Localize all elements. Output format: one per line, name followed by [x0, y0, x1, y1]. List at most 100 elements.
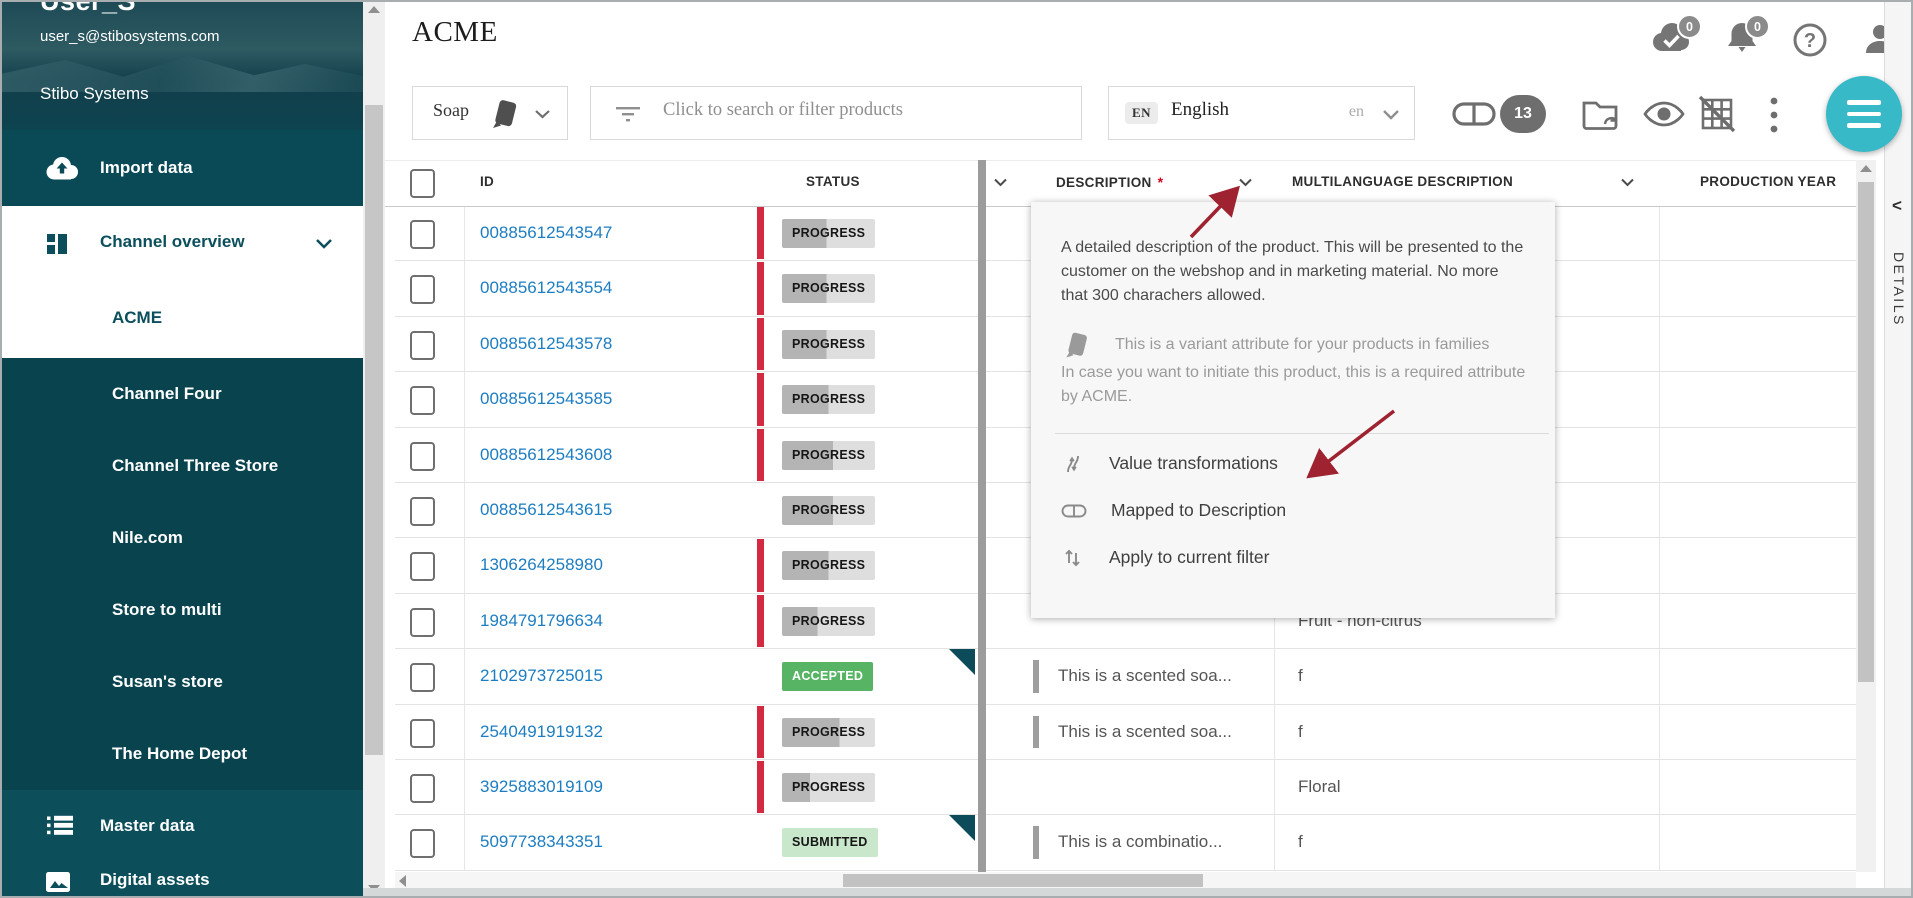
sidebar-item-master-data[interactable]: Master data [0, 790, 363, 862]
chevron-left-icon[interactable]: < [1892, 196, 1902, 216]
row-checkbox[interactable] [410, 496, 435, 526]
product-id-link[interactable]: 00885612543615 [480, 500, 612, 520]
search-input[interactable]: Click to search or filter products [590, 86, 1082, 140]
menu-item-value-transformations[interactable]: Value transformations [1061, 440, 1525, 487]
column-header-id[interactable]: ID [480, 174, 494, 189]
row-checkbox[interactable] [410, 773, 435, 803]
row-checkbox[interactable] [410, 441, 435, 471]
language-selector[interactable]: EN English en [1108, 86, 1415, 140]
approved-corner-flag-icon [949, 815, 975, 842]
sidebar-item-import-data[interactable]: Import data [0, 130, 363, 206]
mapped-attributes-icon[interactable] [1452, 99, 1498, 129]
required-indicator [757, 262, 764, 315]
product-id-link[interactable]: 00885612543554 [480, 278, 612, 298]
select-all-checkbox[interactable] [410, 169, 435, 198]
row-checkbox[interactable] [410, 718, 435, 748]
required-indicator [757, 760, 764, 814]
product-id-link[interactable]: 00885612543585 [480, 389, 612, 409]
column-header-multilanguage-description[interactable]: MULTILANGUAGE DESCRIPTION [1292, 174, 1513, 189]
status-badge: PROGRESS [782, 772, 876, 802]
product-id-link[interactable]: 1984791796634 [480, 611, 603, 631]
product-id-link[interactable]: 5097738343351 [480, 832, 603, 852]
row-checkbox[interactable] [410, 220, 435, 249]
production-year-cell [1660, 594, 1856, 648]
scroll-up-arrow-icon[interactable] [1860, 165, 1872, 172]
menu-item-apply-to-current-filter[interactable]: Apply to current filter [1061, 534, 1525, 581]
chevron-down-icon[interactable] [1620, 178, 1635, 187]
product-id-link[interactable]: 00885612543578 [480, 334, 612, 354]
production-year-cell [1660, 760, 1856, 814]
sidebar-item-digital-assets[interactable]: Digital assets [0, 862, 363, 898]
help-icon[interactable]: ? [1792, 22, 1828, 58]
multilanguage-text: Floral [1298, 776, 1341, 796]
chevron-down-icon[interactable] [1238, 178, 1253, 187]
sidebar-item-channel-three-store[interactable]: Channel Three Store [0, 430, 363, 502]
mapped-icon [1061, 504, 1087, 517]
product-id-link[interactable]: 00885612543547 [480, 223, 612, 243]
grid-off-icon[interactable] [1696, 94, 1740, 136]
row-checkbox[interactable] [410, 275, 435, 305]
product-id-link[interactable]: 3925883019109 [480, 777, 603, 797]
product-type-selector[interactable]: Soap [412, 86, 568, 140]
product-id-link[interactable]: 00885612543608 [480, 445, 612, 465]
scrollbar-thumb[interactable] [843, 874, 1203, 887]
column-splitter-handle[interactable] [978, 160, 986, 872]
menu-item-mapped-to-description[interactable]: Mapped to Description [1061, 487, 1525, 534]
sidebar-item-the-home-depot[interactable]: The Home Depot [0, 718, 363, 790]
sidebar-item-channel-overview[interactable]: Channel overview [0, 206, 363, 282]
kebab-menu-icon[interactable] [1768, 96, 1780, 134]
row-checkbox[interactable] [410, 552, 435, 582]
production-year-cell [1660, 317, 1856, 371]
page-vertical-scrollbar[interactable] [363, 0, 385, 898]
scroll-left-arrow-icon[interactable] [399, 875, 406, 887]
sidebar-item-label: Digital assets [100, 870, 210, 889]
window-horizontal-scrollbar[interactable] [363, 888, 1913, 898]
row-checkbox[interactable] [410, 607, 435, 637]
eye-preview-icon[interactable] [1642, 99, 1686, 129]
required-indicator [757, 594, 764, 648]
status-badge: PROGRESS [782, 219, 876, 248]
chevron-down-icon[interactable] [315, 238, 333, 249]
hamburger-icon [1847, 100, 1881, 105]
status-badge: PROGRESS [782, 385, 876, 415]
tasks-icon[interactable]: 0 [1648, 14, 1702, 54]
row-checkbox[interactable] [410, 330, 435, 360]
column-header-description[interactable]: DESCRIPTION * [1056, 174, 1163, 190]
product-id-link[interactable]: 1306264258980 [480, 555, 603, 575]
sidebar-item-store-to-multi[interactable]: Store to multi [0, 574, 363, 646]
svg-text:?: ? [1804, 30, 1816, 52]
table-horizontal-scrollbar[interactable] [395, 872, 1856, 889]
table-vertical-scrollbar[interactable] [1856, 160, 1876, 872]
notifications-bell-icon[interactable]: 0 [1722, 14, 1770, 56]
product-id-link[interactable]: 2102973725015 [480, 666, 603, 686]
main-menu-fab-button[interactable] [1826, 76, 1902, 152]
sidebar-item-susans-store[interactable]: Susan's store [0, 646, 363, 718]
scroll-up-arrow-icon[interactable] [368, 6, 380, 13]
chevron-down-icon[interactable] [993, 178, 1008, 187]
sidebar-item-label: Import data [100, 158, 193, 177]
row-checkbox[interactable] [410, 663, 435, 693]
required-indicator [757, 539, 764, 592]
production-year-cell [1660, 705, 1856, 759]
sidebar-item-channel-four[interactable]: Channel Four [0, 358, 363, 430]
column-header-status[interactable]: STATUS [806, 174, 860, 189]
multiline-indicator [1033, 826, 1039, 859]
multilanguage-text: f [1298, 666, 1303, 686]
product-id-link[interactable]: 2540491919132 [480, 722, 603, 742]
production-year-cell [1660, 538, 1856, 592]
status-badge: PROGRESS [782, 274, 876, 304]
column-header-production-year[interactable]: PRODUCTION YEAR [1700, 174, 1836, 189]
scrollbar-thumb[interactable] [365, 105, 383, 755]
description-text: This is a scented soa... [1058, 666, 1232, 686]
production-year-cell [1660, 206, 1856, 260]
row-checkbox[interactable] [410, 829, 435, 859]
sidebar-item-nile-com[interactable]: Nile.com [0, 502, 363, 574]
scrollbar-thumb[interactable] [1858, 182, 1874, 682]
folder-sync-icon[interactable] [1580, 96, 1624, 134]
row-checkbox[interactable] [410, 386, 435, 416]
production-year-cell [1660, 483, 1856, 537]
sidebar-item-acme[interactable]: ACME [0, 282, 363, 358]
status-badge: PROGRESS [782, 717, 876, 747]
multilanguage-text: f [1298, 832, 1303, 852]
status-badge: ACCEPTED [782, 662, 874, 692]
